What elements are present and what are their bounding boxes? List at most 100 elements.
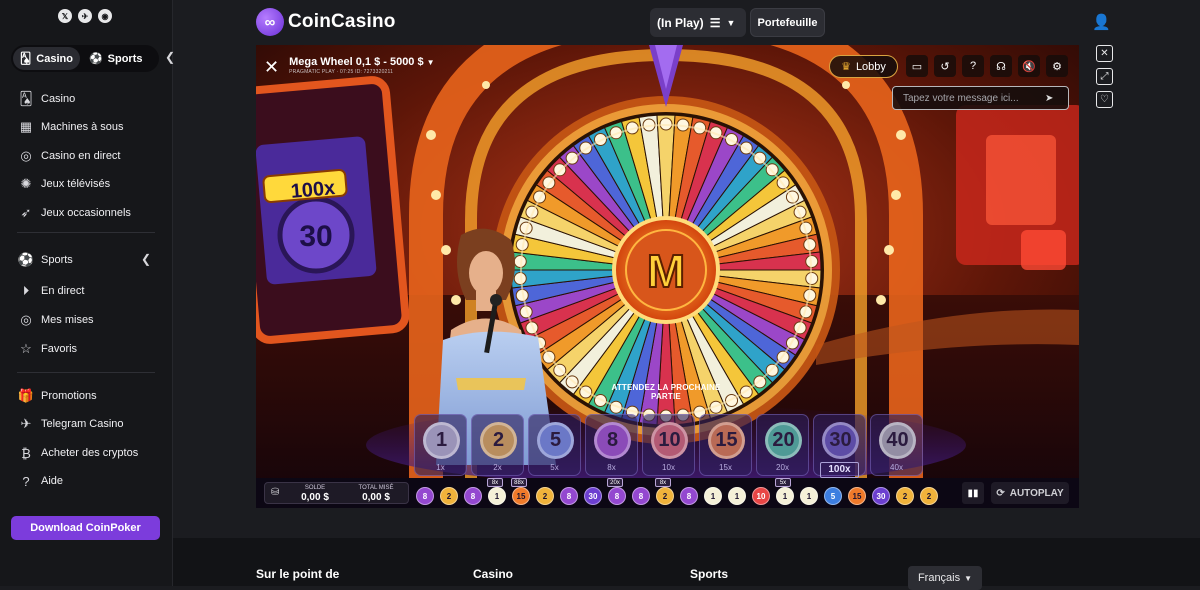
sidebar-item-label: Acheter des cryptos — [41, 447, 139, 459]
sidebar-item-favorites[interactable]: ☆ Favoris — [18, 340, 77, 358]
chat-input[interactable] — [901, 91, 1045, 105]
chevron-down-icon: ▼ — [964, 573, 973, 583]
fullscreen-icon[interactable]: ⤢ — [1096, 68, 1113, 85]
download-coinpoker-button[interactable]: Download CoinPoker — [11, 516, 160, 540]
mute-icon[interactable]: 🔇 — [1018, 55, 1040, 77]
sports-icon: ⚽ — [88, 53, 103, 65]
history-result-number: 2 — [656, 487, 674, 505]
balance-value: 0,00 $ — [301, 492, 329, 503]
bet-spot-1[interactable]: 1 1x — [414, 414, 467, 476]
close-icon[interactable]: ✕ — [1096, 45, 1113, 62]
history-icon[interactable]: ↺ — [934, 55, 956, 77]
bet-spot-multiplier: 5x — [550, 463, 559, 472]
sidebar-item-label: Jeux occasionnels — [41, 207, 131, 219]
bet-spot-15[interactable]: 15 15x — [699, 414, 752, 476]
history-multiplier-tag: 8x — [487, 478, 503, 487]
history-result: 15 — [848, 487, 866, 505]
sidebar-item-casino[interactable]: 🂡 Casino — [18, 90, 75, 108]
footer-heading-casino: Casino — [473, 567, 514, 581]
in-play-dropdown[interactable]: (In Play) ☰ ▼ — [650, 8, 746, 37]
divider — [17, 372, 155, 373]
autoplay-button[interactable]: ⟳ AUTOPLAY — [991, 482, 1069, 504]
chevron-down-icon: ▼ — [426, 58, 435, 67]
user-settings-icon[interactable]: 👤 — [1092, 13, 1111, 31]
history-result: 10 — [752, 487, 770, 505]
chat-icon[interactable]: ▭ — [906, 55, 928, 77]
sidebar-item-promotions[interactable]: 🎁 Promotions — [18, 387, 97, 405]
lobby-button[interactable]: ♛ Lobby — [829, 55, 898, 78]
history-result: 30 — [584, 487, 602, 505]
social-links: 𝕏 ✈ ◉ — [58, 9, 112, 23]
bet-spot-multiplier: 20x — [776, 463, 789, 472]
sidebar-item-slots[interactable]: ▦ Machines à sous — [18, 118, 124, 136]
sidebar-item-sports[interactable]: ⚽ Sports — [18, 251, 73, 269]
history-result: 8 — [632, 487, 650, 505]
statistics-icon[interactable]: ▮▮ — [962, 482, 984, 504]
language-label: Français — [917, 572, 961, 584]
telegram-icon[interactable]: ✈ — [78, 9, 92, 23]
bet-spot-20[interactable]: 20 20x — [756, 414, 809, 476]
history-result-number: 10 — [752, 487, 770, 505]
bet-spot-number: 10 — [651, 422, 688, 459]
switch-sports-button[interactable]: ⚽ Sports — [82, 47, 150, 70]
history-result-number: 8 — [608, 487, 626, 505]
slot-machine-icon: ▦ — [19, 119, 33, 134]
game-title[interactable]: Mega Wheel 0,1 $ - 5000 $ ▼ — [289, 56, 435, 68]
collapse-sidebar-icon[interactable]: ❮ — [165, 50, 175, 64]
sidebar-item-label: Aide — [41, 475, 64, 487]
results-history: 8 2 8 1 8x 15 88x 2 8 30 8 20x 8 2 8x 8 1 1 10 1 5x 1 5 15 30 2 2 — [416, 478, 938, 505]
history-result-number: 2 — [440, 487, 458, 505]
language-select[interactable]: Français ▼ — [908, 566, 982, 590]
history-result-number: 8 — [416, 487, 434, 505]
sidebar: 𝕏 ✈ ◉ 🂡 Casino ⚽ Sports ❮ 🂡 Casino ▦ Mac… — [0, 0, 175, 586]
close-game-icon[interactable]: ✕ — [264, 57, 279, 78]
history-result: 1 — [728, 487, 746, 505]
history-result: 2 — [896, 487, 914, 505]
sidebar-item-help[interactable]: ? Aide — [18, 472, 63, 490]
bet-spot-40[interactable]: 40 40x — [870, 414, 923, 476]
settings-gear-icon[interactable]: ⚙ — [1046, 55, 1068, 77]
send-icon[interactable]: ➤ — [1045, 93, 1053, 104]
bet-spot-30[interactable]: 30 100x — [813, 414, 866, 478]
sidebar-item-telegram-casino[interactable]: ✈ Telegram Casino — [18, 415, 124, 433]
sidebar-item-live-casino[interactable]: ◎ Casino en direct — [18, 147, 120, 165]
sidebar-item-casual-games[interactable]: ➶ Jeux occasionnels — [18, 204, 131, 222]
history-multiplier-tag: 88x — [511, 478, 527, 487]
x-twitter-icon[interactable]: 𝕏 — [58, 9, 72, 23]
total-bet-label: TOTAL MISÉ — [358, 485, 394, 491]
history-result: 1 — [800, 487, 818, 505]
bet-spot-number: 2 — [480, 422, 517, 459]
help-icon[interactable]: ? — [962, 55, 984, 77]
wheel-center-letter: M — [647, 245, 685, 297]
bet-spot-multiplier: 10x — [662, 463, 675, 472]
bet-spot-8[interactable]: 8 8x — [585, 414, 638, 476]
discord-icon[interactable]: ◉ — [98, 9, 112, 23]
headset-icon[interactable]: ☊ — [990, 55, 1012, 77]
bet-spot-10[interactable]: 10 10x — [642, 414, 695, 476]
bet-spot-5[interactable]: 5 5x — [528, 414, 581, 476]
balance-panel: ⛁ SOLDE 0,00 $ TOTAL MISÉ 0,00 $ — [264, 482, 409, 504]
sidebar-item-live[interactable]: ⏵ En direct — [18, 282, 85, 300]
sidebar-item-my-bets[interactable]: ◎ Mes mises — [18, 311, 93, 329]
casino-sports-switcher: 🂡 Casino ⚽ Sports — [11, 45, 159, 72]
logo[interactable]: ∞ CoinCasino — [256, 8, 396, 36]
chevron-left-icon[interactable]: ❮ — [141, 252, 151, 266]
sidebar-item-label: Casino — [41, 93, 76, 105]
sidebar-item-buy-crypto[interactable]: ₿ Acheter des cryptos — [18, 444, 138, 462]
history-result-number: 8 — [632, 487, 650, 505]
sidebar-item-tv-games[interactable]: ✺ Jeux télévisés — [18, 175, 111, 193]
game-bottom-bar: ⛁ SOLDE 0,00 $ TOTAL MISÉ 0,00 $ 8 2 8 1 8x 1… — [256, 478, 1079, 508]
sidebar-item-label: En direct — [41, 285, 85, 297]
history-result-number: 1 — [704, 487, 722, 505]
history-result: 1 8x — [487, 478, 506, 505]
history-result-number: 1 — [488, 487, 506, 505]
switch-casino-button[interactable]: 🂡 Casino — [13, 47, 80, 70]
history-result-number: 30 — [872, 487, 890, 505]
wallet-button[interactable]: Portefeuille — [750, 8, 825, 37]
history-result: 1 5x — [775, 478, 794, 505]
bet-spot-number: 40 — [879, 422, 916, 459]
favorite-heart-icon[interactable]: ♡ — [1096, 91, 1113, 108]
history-result: 8 20x — [607, 478, 626, 505]
bet-spot-2[interactable]: 2 2x — [471, 414, 524, 476]
in-play-label: (In Play) — [657, 15, 704, 30]
